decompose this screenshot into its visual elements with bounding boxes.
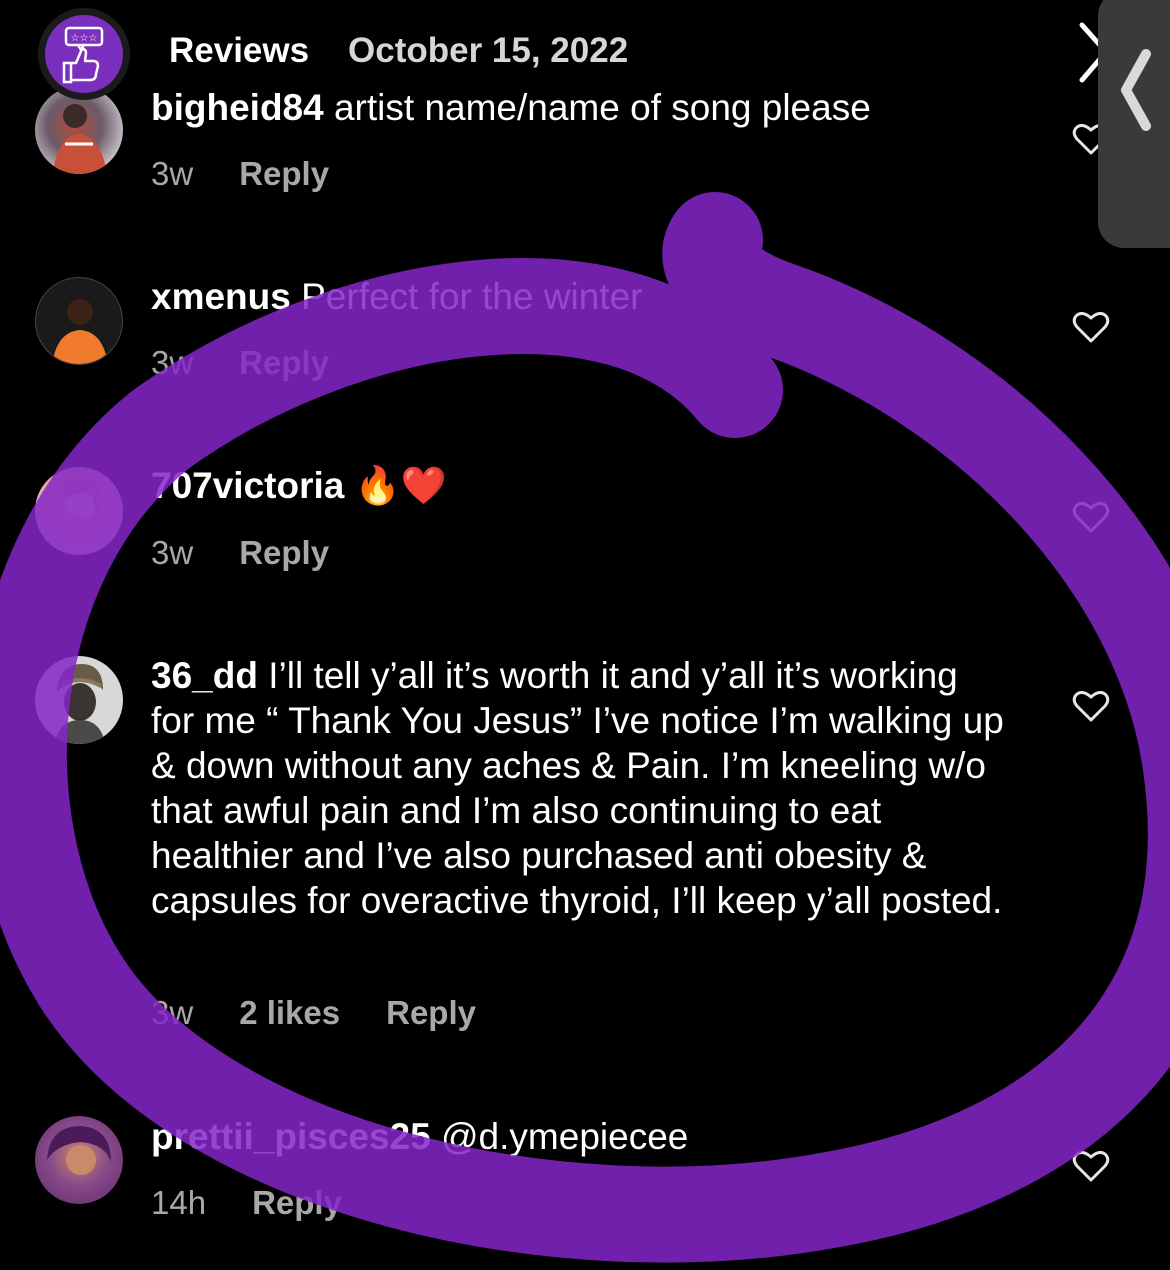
likes-count[interactable]: 2 likes <box>239 994 340 1032</box>
reply-button[interactable]: Reply <box>252 1184 342 1222</box>
side-panel-handle[interactable] <box>1098 0 1170 248</box>
comment-body: artist name/name of song please <box>333 87 871 128</box>
comment-time: 3w <box>151 994 194 1031</box>
avatar[interactable] <box>35 467 123 555</box>
comment-username[interactable]: bigheid84 <box>151 87 324 128</box>
comment-username[interactable]: 36_dd <box>151 655 258 696</box>
comment-meta: 3w 2 likes Reply <box>151 994 476 1032</box>
chevron-left-icon[interactable] <box>1116 48 1156 132</box>
reply-button[interactable]: Reply <box>239 534 329 572</box>
comment-body: 🔥❤️ <box>354 465 447 506</box>
comment-body: I’ll tell y’all it’s worth it and y’all … <box>151 655 1004 921</box>
comment-meta: 3w Reply <box>151 344 329 382</box>
comment-meta: 3w Reply <box>151 155 329 193</box>
comment-time: 3w <box>151 155 194 192</box>
reply-button[interactable]: Reply <box>239 344 329 382</box>
reviews-logo: ☆☆☆ <box>38 8 130 100</box>
comment-body: Perfect for the winter <box>301 276 643 317</box>
reply-button[interactable]: Reply <box>386 994 476 1032</box>
page-title: Reviews <box>169 31 310 70</box>
comment-text: 707victoria 🔥❤️ <box>151 463 1011 508</box>
comment-time: 14h <box>151 1184 207 1221</box>
comment-body: @d.ymepiecee <box>441 1116 689 1157</box>
avatar[interactable] <box>35 277 123 365</box>
comment-text: bigheid84 artist name/name of song pleas… <box>151 85 1011 130</box>
thumbs-up-review-icon: ☆☆☆ <box>62 26 104 84</box>
like-heart-icon[interactable] <box>1072 310 1110 344</box>
comment-text: xmenus Perfect for the winter <box>151 274 1011 319</box>
comment-text: 36_dd I’ll tell y’all it’s worth it and … <box>151 653 1011 923</box>
comment-time: 3w <box>151 344 194 381</box>
comment-username[interactable]: prettii_pisces25 <box>151 1116 431 1157</box>
avatar[interactable] <box>35 1116 123 1204</box>
like-heart-icon[interactable] <box>1072 500 1110 534</box>
comment-meta: 14h Reply <box>151 1184 342 1222</box>
comment-username[interactable]: 707victoria <box>151 465 344 506</box>
like-heart-icon[interactable] <box>1072 689 1110 723</box>
comment-username[interactable]: xmenus <box>151 276 291 317</box>
reply-button[interactable]: Reply <box>239 155 329 193</box>
comment-time: 3w <box>151 534 194 571</box>
screenshot-stage: ☆☆☆ Reviews October 15, 2022 bigheid84 a… <box>0 0 1170 1270</box>
comment-meta: 3w Reply <box>151 534 329 572</box>
svg-text:☆☆☆: ☆☆☆ <box>71 33 98 44</box>
post-date: October 15, 2022 <box>348 31 629 70</box>
avatar[interactable] <box>35 656 123 744</box>
like-heart-icon[interactable] <box>1072 1149 1110 1183</box>
comment-text: prettii_pisces25 @d.ymepiecee <box>151 1114 1011 1159</box>
